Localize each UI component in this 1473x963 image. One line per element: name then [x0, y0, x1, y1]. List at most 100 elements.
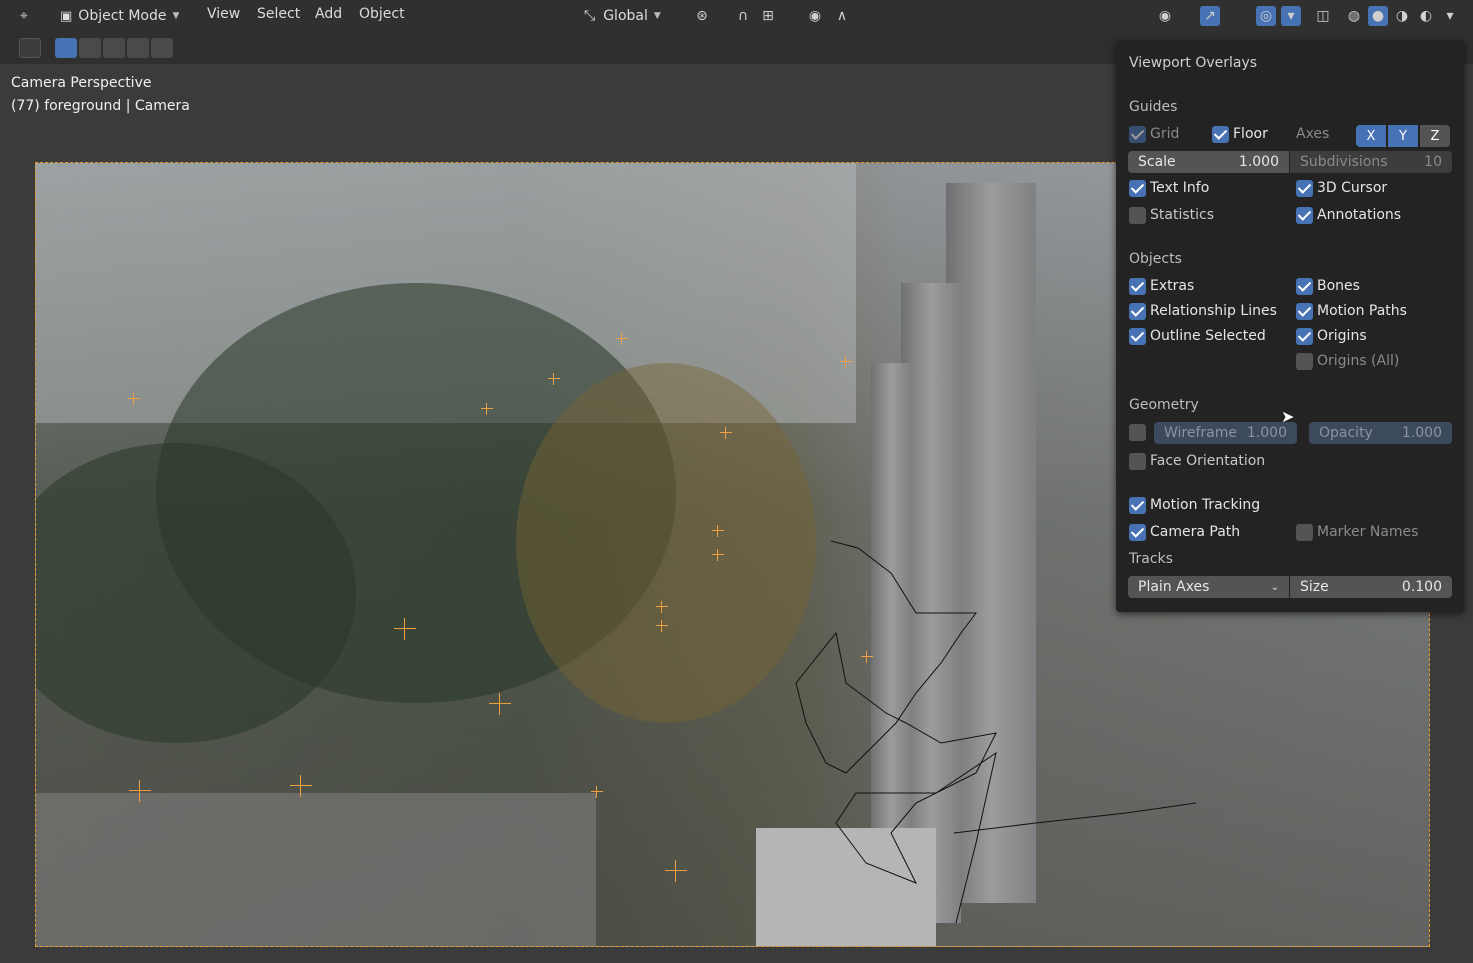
select-extend-icon[interactable] [79, 38, 101, 58]
motion-paths-label: Motion Paths [1317, 303, 1407, 319]
bones-checkbox[interactable] [1296, 278, 1313, 295]
mode-dropdown[interactable]: ▣ Object Mode ▼ [60, 4, 179, 28]
wireframe-label: Wireframe [1164, 425, 1238, 441]
motion-paths-checkbox[interactable] [1296, 303, 1313, 320]
subdivisions-field[interactable]: Subdivisions 10 [1290, 151, 1452, 173]
scale-value: 1.000 [1238, 154, 1279, 170]
select-intersect-icon[interactable] [151, 38, 173, 58]
chevron-down-icon: ▼ [172, 11, 180, 21]
scale-field[interactable]: Scale 1.000 [1128, 151, 1289, 173]
grid-label: Grid [1150, 126, 1180, 142]
marker-names-label: Marker Names [1317, 524, 1419, 540]
select-tool-icon[interactable] [19, 38, 41, 58]
solid-shading-icon[interactable]: ● [1368, 6, 1388, 26]
snap-icon[interactable]: ∩ [733, 6, 753, 26]
outline-selected-label: Outline Selected [1150, 328, 1266, 344]
tracks-display-value: Plain Axes [1138, 579, 1210, 595]
origins-all-label: Origins (All) [1317, 353, 1400, 369]
menu-add[interactable]: Add [315, 6, 342, 22]
annotations-label: Annotations [1317, 207, 1402, 223]
3d-cursor-label: 3D Cursor [1317, 180, 1388, 196]
size-label: Size [1300, 579, 1329, 595]
opacity-value: 1.000 [1401, 425, 1442, 441]
floor-label: Floor [1233, 126, 1268, 142]
outline-selected-checkbox[interactable] [1129, 328, 1146, 345]
viewport-overlays-panel: Viewport Overlays Guides Grid Floor Axes… [1116, 40, 1464, 612]
text-info-label: Text Info [1150, 180, 1210, 196]
marker-names-checkbox[interactable] [1296, 524, 1313, 541]
floor-checkbox[interactable] [1212, 126, 1229, 143]
chevron-down-icon: ▼ [653, 11, 661, 21]
motion-tracking-checkbox[interactable] [1129, 497, 1146, 514]
menu-select[interactable]: Select [257, 6, 300, 22]
menu-object[interactable]: Object [359, 6, 405, 22]
guides-heading: Guides [1129, 99, 1178, 115]
tracks-heading: Tracks [1129, 551, 1173, 567]
visibility-icon[interactable]: ◉ [1155, 6, 1175, 26]
header-bar: ⌖ ▣ Object Mode ▼ View Select Add Object… [0, 0, 1473, 32]
annotations-checkbox[interactable] [1296, 207, 1313, 224]
orientation-label: Global [603, 8, 648, 24]
overlays-dropdown-icon[interactable]: ▾ [1281, 6, 1301, 26]
opacity-label: Opacity [1319, 425, 1373, 441]
proportional-editing-icon[interactable]: ◉ [805, 6, 825, 26]
grid-checkbox[interactable] [1129, 126, 1146, 143]
tracks-size-field[interactable]: Size 0.100 [1290, 576, 1452, 598]
editor-type-icon[interactable]: ⌖ [14, 6, 34, 26]
object-mode-icon: ▣ [60, 8, 73, 24]
extras-label: Extras [1150, 278, 1195, 294]
statistics-checkbox[interactable] [1129, 207, 1146, 224]
panel-title: Viewport Overlays [1129, 55, 1258, 71]
relationship-lines-checkbox[interactable] [1129, 303, 1146, 320]
face-orientation-label: Face Orientation [1150, 453, 1266, 469]
wireframe-field[interactable]: Wireframe 1.000 [1154, 422, 1297, 444]
material-shading-icon[interactable]: ◑ [1392, 6, 1412, 26]
origins-checkbox[interactable] [1296, 328, 1313, 345]
xray-icon[interactable]: ◫ [1313, 6, 1333, 26]
origins-label: Origins [1317, 328, 1367, 344]
opacity-field[interactable]: Opacity 1.000 [1309, 422, 1452, 444]
geometry-heading: Geometry [1129, 397, 1199, 413]
select-subtract-icon[interactable] [103, 38, 125, 58]
rendered-shading-icon[interactable]: ◐ [1416, 6, 1436, 26]
wireframe-checkbox[interactable] [1129, 424, 1146, 441]
face-orientation-checkbox[interactable] [1129, 453, 1146, 470]
wireframe-shading-icon[interactable]: ◍ [1344, 6, 1364, 26]
view-name: Camera Perspective [11, 75, 152, 91]
axis-y-toggle[interactable]: Y [1388, 125, 1418, 147]
object-info: (77) foreground | Camera [11, 98, 190, 114]
camera-path-label: Camera Path [1150, 524, 1241, 540]
mouse-cursor-icon: ➤ [1281, 407, 1295, 426]
chevron-down-icon: ⌄ [1270, 581, 1279, 593]
motion-tracking-label: Motion Tracking [1150, 497, 1261, 513]
objects-heading: Objects [1129, 251, 1182, 267]
orientation-icon: ⤡ [584, 8, 596, 24]
axis-z-toggle[interactable]: Z [1420, 125, 1450, 147]
axis-x-toggle[interactable]: X [1356, 125, 1386, 147]
wireframe-value: 1.000 [1246, 425, 1287, 441]
bones-label: Bones [1317, 278, 1360, 294]
shading-dropdown-icon[interactable]: ▾ [1440, 6, 1460, 26]
statistics-label: Statistics [1150, 207, 1214, 223]
origins-all-checkbox[interactable] [1296, 353, 1313, 370]
falloff-icon[interactable]: ∧ [832, 6, 852, 26]
axes-label: Axes [1296, 126, 1330, 142]
menu-view[interactable]: View [207, 6, 240, 22]
snap-increment-icon[interactable]: ⊞ [758, 6, 778, 26]
orientation-dropdown[interactable]: ⤡ Global ▼ [584, 4, 661, 28]
pivot-icon[interactable]: ⊛ [692, 6, 712, 26]
text-info-checkbox[interactable] [1129, 180, 1146, 197]
3d-cursor-checkbox[interactable] [1296, 180, 1313, 197]
overlays-icon[interactable]: ◎ [1256, 6, 1276, 26]
subdivisions-value: 10 [1424, 154, 1442, 170]
tracks-display-dropdown[interactable]: Plain Axes ⌄ [1128, 576, 1289, 598]
scale-label: Scale [1138, 154, 1176, 170]
camera-path-checkbox[interactable] [1129, 524, 1146, 541]
mode-label: Object Mode [78, 8, 167, 24]
gizmo-icon[interactable]: ↗ [1200, 6, 1220, 26]
select-invert-icon[interactable] [127, 38, 149, 58]
select-new-icon[interactable] [55, 38, 77, 58]
size-value: 0.100 [1401, 579, 1442, 595]
extras-checkbox[interactable] [1129, 278, 1146, 295]
relationship-lines-label: Relationship Lines [1150, 303, 1277, 319]
